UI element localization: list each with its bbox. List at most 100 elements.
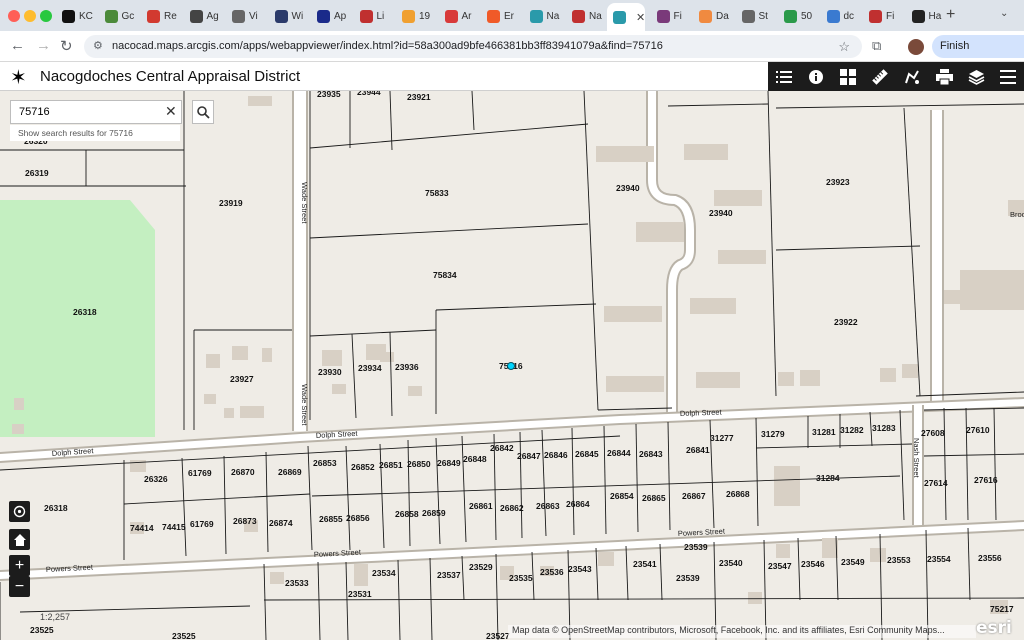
measure-ruler-icon[interactable] bbox=[864, 62, 896, 91]
browser-tab[interactable]: 50 bbox=[780, 5, 823, 27]
browser-tab[interactable]: Fi bbox=[653, 5, 696, 27]
tab-label: Ag bbox=[206, 10, 219, 22]
close-tab-icon[interactable]: ✕ bbox=[636, 11, 645, 24]
browser-tab[interactable]: Li bbox=[356, 5, 399, 27]
browser-tab[interactable]: Er bbox=[483, 5, 526, 27]
browser-tab[interactable]: dc bbox=[823, 5, 866, 27]
tab-search-chevron-icon[interactable]: ⌄ bbox=[1000, 8, 1008, 19]
tab-favicon-icon bbox=[572, 9, 585, 23]
parcel-label: 74415 bbox=[162, 522, 186, 532]
parcel-label: 23940 bbox=[616, 183, 640, 193]
selected-parcel-marker[interactable] bbox=[507, 362, 515, 370]
parcel-label: 26846 bbox=[544, 450, 568, 460]
poi-label: Broo bbox=[1010, 210, 1024, 219]
tab-favicon-icon bbox=[62, 9, 75, 23]
bookmark-star-icon[interactable]: ☆ bbox=[838, 35, 850, 58]
parcel-label: 23543 bbox=[568, 564, 592, 574]
browser-tab[interactable]: 19 bbox=[398, 5, 441, 27]
new-tab-button[interactable]: + bbox=[946, 6, 955, 24]
tab-favicon-icon bbox=[656, 9, 670, 23]
road-wade-street bbox=[292, 91, 308, 431]
parcel-map-canvas[interactable]: 23935 23944 23921 26320 26319 23919 7583… bbox=[0, 91, 1024, 640]
browser-tab[interactable]: Na bbox=[526, 5, 569, 27]
parcel-label: 74414 bbox=[130, 523, 154, 533]
parcel-label: 26867 bbox=[682, 491, 706, 501]
search-suggestion[interactable]: Show search results for 75716 bbox=[10, 125, 180, 141]
print-icon[interactable] bbox=[928, 62, 960, 91]
parcel-label: 27614 bbox=[924, 478, 948, 488]
parcel-label: 75217 bbox=[990, 604, 1014, 614]
browser-tab-active[interactable]: ✕ bbox=[607, 3, 645, 31]
parcel-label: 26854 bbox=[610, 491, 634, 501]
browser-tab[interactable]: Ha bbox=[908, 5, 951, 27]
browser-tab[interactable]: Wi bbox=[271, 5, 314, 27]
browser-tab[interactable]: Vi bbox=[228, 5, 271, 27]
layers-icon[interactable] bbox=[960, 62, 992, 91]
parcel-label: 23540 bbox=[719, 558, 743, 568]
close-window-button[interactable] bbox=[8, 10, 20, 22]
browser-tab[interactable]: Gc bbox=[101, 5, 144, 27]
map-view[interactable]: 23935 23944 23921 26320 26319 23919 7583… bbox=[0, 91, 1024, 640]
address-bar[interactable]: ⚙ nacocad.maps.arcgis.com/apps/webappvie… bbox=[84, 35, 862, 58]
tab-label: Ar bbox=[461, 10, 472, 22]
tab-label: Gc bbox=[121, 10, 135, 22]
menu-icon[interactable] bbox=[992, 62, 1024, 91]
draw-icon[interactable] bbox=[896, 62, 928, 91]
tab-label: Na bbox=[546, 10, 560, 22]
parcel-label: 26858 bbox=[395, 509, 419, 519]
tab-label: Ap bbox=[334, 10, 347, 22]
tab-favicon-icon bbox=[613, 10, 626, 24]
parcel-label: 26861 bbox=[469, 501, 493, 511]
widget-toolbar bbox=[768, 62, 1024, 91]
legend-list-icon[interactable] bbox=[768, 62, 800, 91]
search-button[interactable] bbox=[192, 100, 214, 124]
tab-label: 50 bbox=[801, 10, 813, 22]
tab-favicon-icon bbox=[402, 9, 415, 23]
parcel-label: 61769 bbox=[188, 468, 212, 478]
browser-tab[interactable]: Ag bbox=[186, 5, 229, 27]
parcel-label: 26870 bbox=[231, 467, 255, 477]
parcel-label: 23525 bbox=[30, 625, 54, 635]
parcel-label: 23944 bbox=[357, 91, 381, 97]
parcel-label: 23554 bbox=[927, 554, 951, 564]
profile-avatar[interactable] bbox=[908, 39, 924, 55]
tab-favicon-icon bbox=[529, 9, 543, 23]
tab-favicon-icon bbox=[189, 9, 203, 23]
browser-tab[interactable]: Re bbox=[143, 5, 186, 27]
home-button[interactable] bbox=[9, 529, 30, 550]
parcel-label: 27616 bbox=[974, 475, 998, 485]
zoom-window-button[interactable] bbox=[40, 10, 52, 22]
browser-tab[interactable]: Ar bbox=[441, 5, 484, 27]
finish-update-button[interactable]: Finish update⋮ bbox=[932, 35, 1024, 75]
zoom-out-button[interactable]: − bbox=[9, 576, 30, 597]
clear-search-icon[interactable]: ✕ bbox=[165, 103, 177, 120]
browser-tab[interactable]: St bbox=[738, 5, 781, 27]
parcel-label: 26843 bbox=[639, 449, 663, 459]
minimize-window-button[interactable] bbox=[24, 10, 36, 22]
back-arrow-icon[interactable]: ← bbox=[10, 37, 25, 54]
basemap-gallery-icon[interactable] bbox=[832, 62, 864, 91]
browser-tab[interactable]: Na bbox=[568, 5, 611, 27]
browser-tab[interactable]: Fi bbox=[865, 5, 908, 27]
parcel-label: 23539 bbox=[684, 542, 708, 552]
parcel-label: 26852 bbox=[351, 462, 375, 472]
parcel-label: 26847 bbox=[517, 451, 541, 461]
search-input[interactable] bbox=[10, 100, 182, 124]
zoom-in-button[interactable]: + bbox=[9, 555, 30, 576]
app-title: Nacogdoches Central Appraisal District bbox=[40, 68, 301, 85]
info-icon[interactable] bbox=[800, 62, 832, 91]
browser-tab-strip: KC Gc Re Ag Vi Wi Ap Li 19 Ar Er Na Na Fi Da St 50 dc Fi Ha… bbox=[0, 0, 1024, 31]
forward-arrow-icon[interactable]: → bbox=[36, 37, 51, 54]
parcel-label: 23553 bbox=[887, 555, 911, 565]
tab-favicon-icon bbox=[699, 9, 712, 23]
map-attribution: Map data © OpenStreetMap contributors, M… bbox=[508, 625, 976, 638]
locate-me-button[interactable] bbox=[9, 501, 30, 522]
browser-tab[interactable]: KC bbox=[58, 5, 101, 27]
browser-tab[interactable]: Ap bbox=[313, 5, 356, 27]
extensions-icon[interactable]: ⧉ bbox=[872, 38, 881, 54]
browser-tab[interactable]: Da bbox=[695, 5, 738, 27]
parcel-label: 31283 bbox=[872, 423, 896, 433]
site-settings-icon[interactable]: ⚙ bbox=[93, 35, 103, 58]
reload-icon[interactable]: ↻ bbox=[60, 37, 73, 55]
parcel-label: 23940 bbox=[709, 208, 733, 218]
